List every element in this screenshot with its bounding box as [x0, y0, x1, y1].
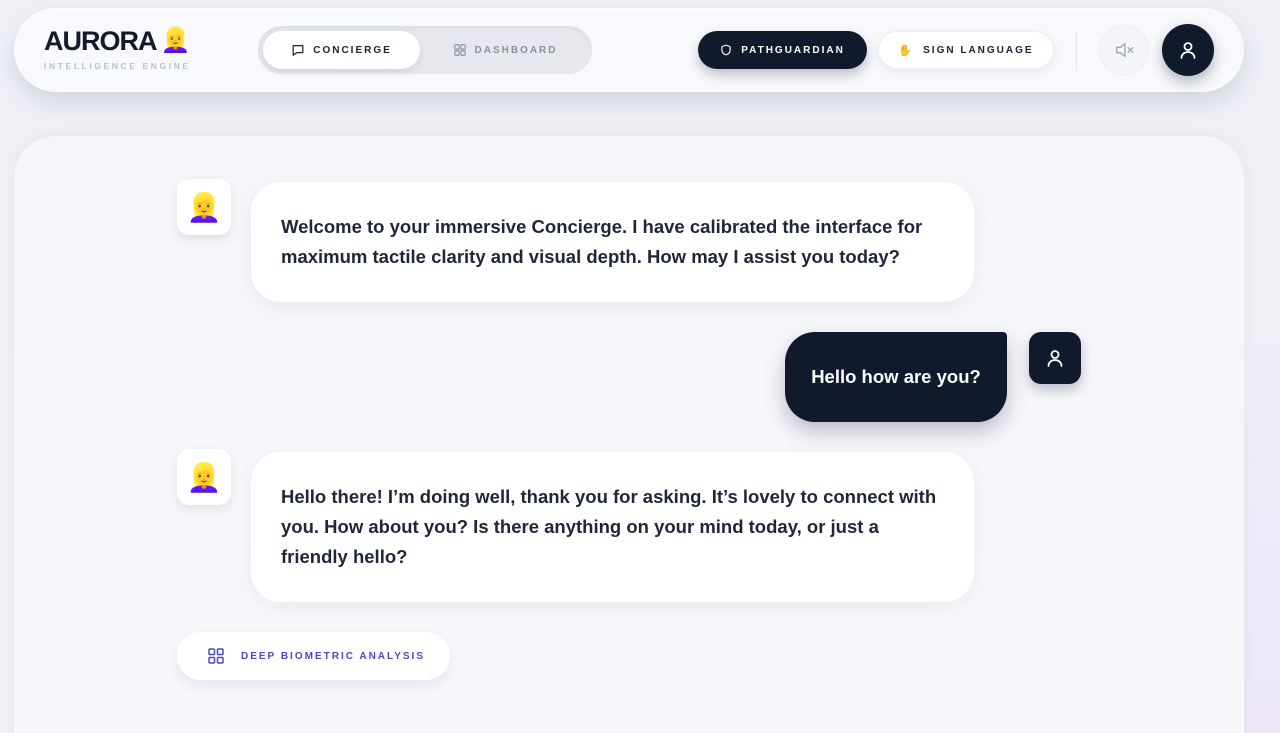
assistant-avatar: 👱‍♀️ — [177, 179, 231, 235]
speaker-muted-icon — [1115, 42, 1134, 58]
view-tabs: CONCIERGE DASHBOARD — [258, 26, 592, 74]
shield-icon — [721, 44, 731, 56]
profile-button[interactable] — [1162, 24, 1214, 76]
deep-biometric-analysis-label: DEEP BIOMETRIC ANALYSIS — [241, 650, 425, 662]
tab-dashboard-label: DASHBOARD — [474, 44, 558, 56]
header-divider — [1076, 32, 1077, 70]
user-icon — [1180, 42, 1196, 59]
brand-name: AURORA — [44, 26, 157, 56]
sign-language-button[interactable]: ✋ SIGN LANGUAGE — [878, 31, 1054, 69]
grid-icon — [453, 44, 466, 56]
top-nav-bar: AURORA 👱‍♀️ INTELLIGENCE ENGINE CONCIERG… — [14, 8, 1244, 92]
tab-concierge-label: CONCIERGE — [313, 44, 392, 56]
user-avatar — [1029, 332, 1081, 384]
mute-button[interactable] — [1099, 25, 1149, 75]
assistant-avatar: 👱‍♀️ — [177, 449, 231, 505]
tab-concierge[interactable]: CONCIERGE — [263, 31, 420, 69]
assistant-message: Hello there! I’m doing well, thank you f… — [251, 452, 974, 602]
tab-dashboard[interactable]: DASHBOARD — [430, 31, 580, 69]
brand[interactable]: AURORA 👱‍♀️ INTELLIGENCE ENGINE — [44, 26, 191, 71]
pathguardian-label: PATHGUARDIAN — [741, 44, 845, 56]
pathguardian-button[interactable]: PATHGUARDIAN — [698, 31, 867, 69]
assistant-message: Welcome to your immersive Concierge. I h… — [251, 182, 974, 302]
user-icon — [1047, 350, 1063, 367]
hand-icon: ✋ — [898, 44, 915, 57]
brand-subtitle: INTELLIGENCE ENGINE — [44, 61, 191, 71]
chat-panel[interactable]: 👱‍♀️ Welcome to your immersive Concierge… — [14, 136, 1244, 733]
user-message: Hello how are you? — [785, 332, 1007, 422]
sign-language-label: SIGN LANGUAGE — [923, 44, 1034, 56]
brand-title: AURORA 👱‍♀️ — [44, 26, 191, 56]
chat-icon — [292, 45, 304, 56]
deep-biometric-analysis-button[interactable]: DEEP BIOMETRIC ANALYSIS — [177, 632, 450, 680]
grid-icon — [208, 648, 224, 664]
brand-avatar-icon: 👱‍♀️ — [160, 27, 191, 54]
